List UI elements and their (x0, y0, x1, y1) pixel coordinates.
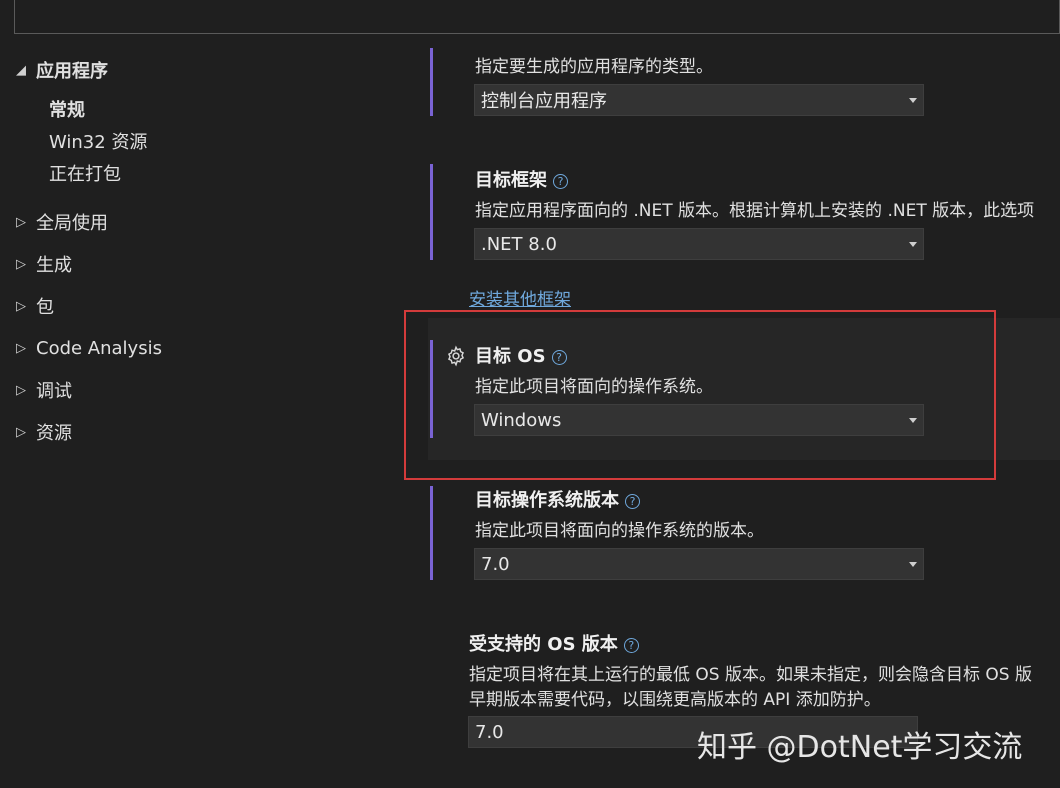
help-icon[interactable]: ? (625, 493, 640, 509)
supported-os-version-description-line2: 早期版本需要代码，以围绕更高版本的 API 添加防护。 (469, 690, 881, 710)
sidebar-item-package[interactable]: ▷ 包 (16, 292, 54, 320)
sidebar-item-build[interactable]: ▷ 生成 (16, 250, 72, 278)
expand-icon: ▷ (16, 256, 26, 272)
sidebar-item-win32-resources[interactable]: Win32 资源 (49, 128, 147, 154)
search-box[interactable] (14, 0, 1060, 34)
output-type-description: 指定要生成的应用程序的类型。 (475, 57, 713, 77)
sidebar-item-code-analysis[interactable]: ▷ Code Analysis (16, 334, 162, 362)
sidebar-item-general[interactable]: 常规 (49, 96, 85, 122)
install-other-frameworks-link[interactable]: 安装其他框架 (469, 285, 571, 310)
section-accent-bar (430, 486, 433, 580)
target-os-version-description: 指定此项目将面向的操作系统的版本。 (475, 521, 764, 541)
help-icon[interactable]: ? (623, 637, 639, 653)
watermark: 知乎 @DotNet学习交流 (697, 730, 1023, 765)
target-framework-description: 指定应用程序面向的 .NET 版本。根据计算机上安装的 .NET 版本，此选项 (475, 201, 1035, 221)
section-accent-bar (430, 48, 433, 116)
expand-icon: ▷ (16, 424, 26, 440)
expand-icon: ▷ (16, 382, 26, 398)
supported-os-version-title: 受支持的 OS 版本? (469, 630, 639, 656)
output-type-dropdown[interactable]: 控制台应用程序 (474, 84, 924, 116)
expand-icon: ▷ (16, 340, 26, 356)
expand-icon: ▷ (16, 214, 26, 230)
chevron-down-icon (909, 562, 917, 567)
supported-os-version-description-line1: 指定项目将在其上运行的最低 OS 版本。如果未指定，则会隐含目标 OS 版 (469, 665, 1032, 685)
target-framework-title: 目标框架? (475, 166, 568, 192)
expand-icon: ▷ (16, 298, 26, 314)
target-os-version-dropdown[interactable]: 7.0 (474, 548, 924, 580)
collapse-icon: ◢ (16, 62, 26, 78)
chevron-down-icon (909, 242, 917, 247)
sidebar-item-debug[interactable]: ▷ 调试 (16, 376, 72, 404)
help-icon[interactable]: ? (553, 173, 568, 189)
sidebar-group-app[interactable]: ◢ 应用程序 (16, 56, 108, 84)
target-os-version-title: 目标操作系统版本? (475, 486, 640, 512)
target-framework-dropdown[interactable]: .NET 8.0 (474, 228, 924, 260)
sidebar-item-global-usings[interactable]: ▷ 全局使用 (16, 208, 108, 236)
highlight-annotation-box (404, 310, 996, 480)
sidebar-item-packaging[interactable]: 正在打包 (49, 160, 121, 186)
chevron-down-icon (909, 98, 917, 103)
sidebar-item-resources[interactable]: ▷ 资源 (16, 418, 72, 446)
section-accent-bar (430, 164, 433, 260)
